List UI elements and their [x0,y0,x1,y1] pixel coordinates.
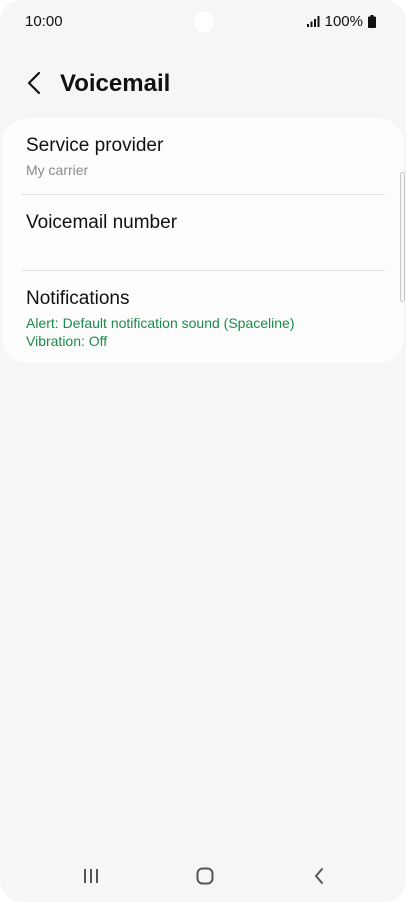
back-arrow-icon [27,71,41,100]
notifications-label: Notifications [26,288,130,309]
navigation-bar [0,856,406,902]
recents-button[interactable] [69,862,113,894]
voicemail-number-item[interactable]: Voicemail number [2,195,404,270]
phone-screen: 10:00 100% Voicemail Service provider My… [0,0,406,902]
back-button[interactable] [18,68,50,102]
settings-card: Service provider My carrier Voicemail nu… [2,118,404,363]
status-time: 10:00 [25,13,63,30]
battery-percentage: 100% [324,13,363,30]
notifications-item[interactable]: Notifications Alert: Default notificatio… [2,271,404,363]
home-button[interactable] [183,862,227,894]
page-title: Voicemail [60,70,171,97]
system-back-button[interactable] [297,862,341,894]
signal-icon [306,16,320,27]
status-indicators: 100% [306,13,376,30]
service-provider-value: My carrier [26,162,89,178]
service-provider-item[interactable]: Service provider My carrier [2,118,404,194]
notification-vibration-value: Vibration: Off [26,333,108,349]
service-provider-label: Service provider [26,135,164,156]
recents-icon [82,868,100,889]
home-icon [196,867,214,890]
back-icon [314,867,324,890]
front-camera [194,12,214,32]
voicemail-number-label: Voicemail number [26,212,178,233]
battery-icon [368,15,376,28]
notification-alert-value: Alert: Default notification sound (Space… [26,315,295,331]
scroll-indicator[interactable] [400,172,405,302]
status-bar: 10:00 100% [0,0,406,44]
